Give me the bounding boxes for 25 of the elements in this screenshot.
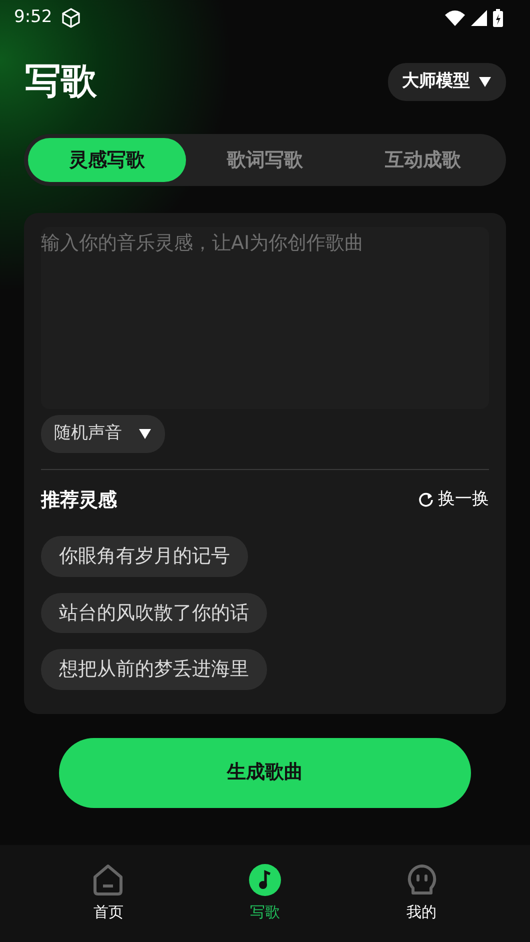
suggestion-chip[interactable]: 站台的风吹散了你的话	[41, 592, 267, 633]
home-icon	[91, 863, 126, 898]
battery-icon	[492, 8, 504, 28]
voice-dropdown[interactable]: 随机声音	[41, 415, 165, 452]
caret-icon	[478, 76, 492, 88]
signal-icon	[470, 9, 488, 27]
nav-tab[interactable]: 我的	[362, 862, 482, 925]
section-title: 推荐灵感	[41, 488, 117, 512]
tab[interactable]: 灵感写歌	[28, 138, 186, 182]
tab[interactable]: 歌词写歌	[186, 138, 344, 182]
suggestion-chip[interactable]: 你眼角有岁月的记号	[41, 536, 248, 576]
model-dropdown[interactable]: 大师模型	[388, 63, 506, 101]
cube-icon	[60, 7, 82, 29]
refresh-button[interactable]: 换一换	[418, 487, 489, 512]
refresh-icon	[418, 492, 434, 508]
nav-tab[interactable]: 写歌	[204, 862, 325, 925]
nav-tab[interactable]: 首页	[48, 862, 168, 925]
music-note-icon	[248, 863, 282, 898]
suggestion-chip[interactable]: 想把从前的梦丢进海里	[41, 649, 267, 690]
page-title: 写歌	[25, 64, 97, 100]
tab[interactable]: 互动成歌	[344, 138, 502, 182]
wifi-icon	[444, 9, 466, 27]
status-time: 9:52	[14, 6, 52, 30]
caret-icon	[138, 428, 152, 440]
generate-button[interactable]: 生成歌曲	[59, 738, 471, 808]
